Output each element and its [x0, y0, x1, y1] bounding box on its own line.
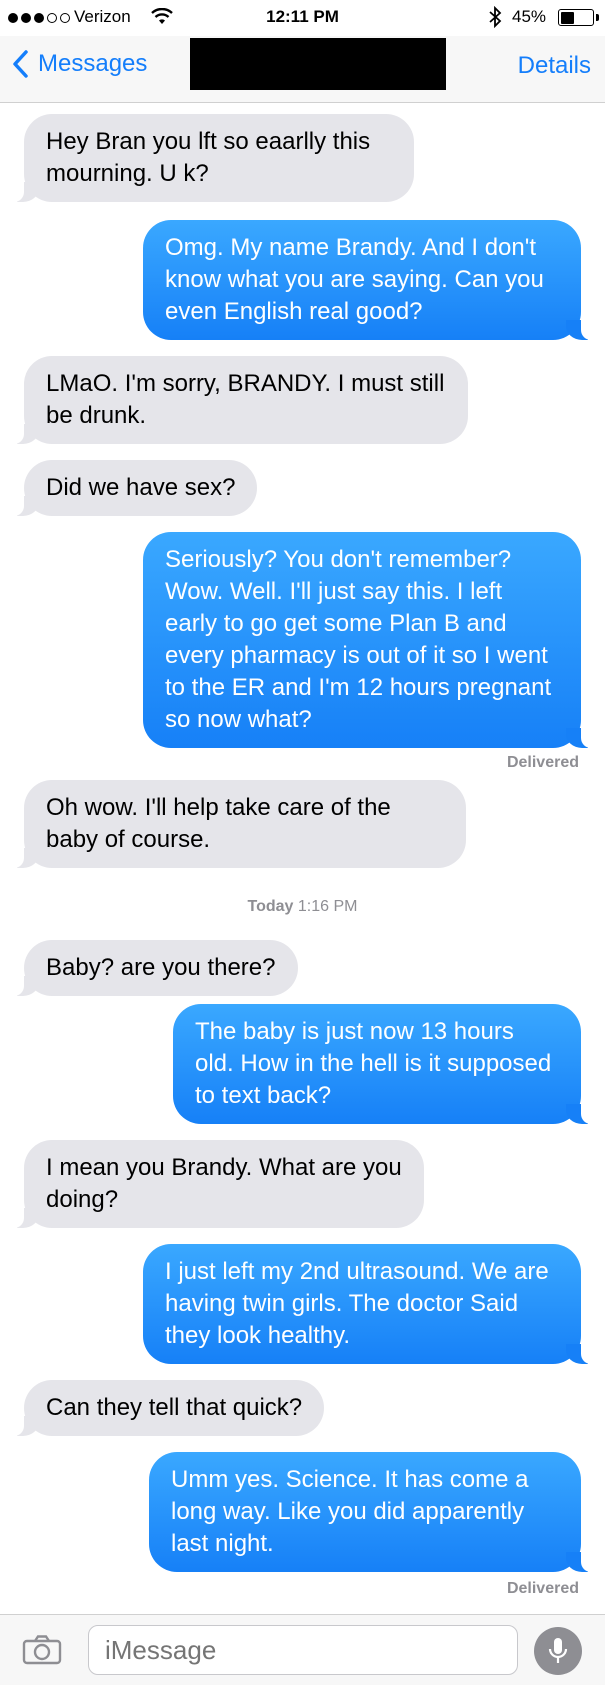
status-bar: Verizon 12:11 PM 45%: [0, 0, 605, 36]
outgoing-message: Umm yes. Science. It has come a long way…: [149, 1452, 595, 1572]
navigation-bar: Messages Details: [0, 36, 605, 103]
outgoing-message: I just left my 2nd ultrasound. We are ha…: [143, 1244, 595, 1364]
delivered-status: Delivered: [506, 1580, 579, 1597]
incoming-message: I mean you Brandy. What are you doing?: [10, 1140, 424, 1228]
microphone-icon: [548, 1638, 568, 1663]
imessage-input[interactable]: [88, 1625, 518, 1675]
back-button[interactable]: Messages: [12, 50, 147, 78]
outgoing-message: Omg. My name Brandy. And I don't know wh…: [143, 220, 595, 340]
message-input-bar: [0, 1614, 605, 1685]
bluetooth-icon: [488, 5, 502, 33]
timestamp-time: 1:16 PM: [297, 898, 358, 915]
camera-button[interactable]: [22, 1635, 62, 1670]
outgoing-message: The baby is just now 13 hours old. How i…: [173, 1004, 595, 1124]
delivered-status: Delivered: [506, 754, 579, 771]
incoming-message: Baby? are you there?: [10, 940, 298, 996]
battery-icon: [558, 9, 594, 26]
chevron-left-icon: [13, 50, 28, 78]
thread-timestamp: Today 1:16 PM: [0, 898, 605, 916]
camera-icon: [22, 1635, 62, 1665]
message-thread[interactable]: Hey Bran you lft so eaarlly this mournin…: [0, 104, 605, 1614]
back-button-label: Messages: [38, 50, 148, 77]
incoming-message: Oh wow. I'll help take care of the baby …: [10, 780, 466, 868]
timestamp-day: Today: [247, 898, 294, 915]
outgoing-message: Seriously? You don't remember? Wow. Well…: [143, 532, 595, 748]
redacted-contact-name: [190, 38, 446, 90]
microphone-button[interactable]: [534, 1627, 582, 1675]
incoming-message: LMaO. I'm sorry, BRANDY. I must still be…: [10, 356, 468, 444]
details-button[interactable]: Details: [518, 52, 591, 80]
battery-level: [560, 11, 575, 24]
incoming-message: Can they tell that quick?: [9, 1380, 325, 1436]
incoming-message: Hey Bran you lft so eaarlly this mournin…: [10, 114, 414, 202]
battery-tip: [596, 14, 599, 21]
battery-percent: 45%: [512, 7, 547, 26]
incoming-message: Did we have sex?: [9, 460, 258, 516]
